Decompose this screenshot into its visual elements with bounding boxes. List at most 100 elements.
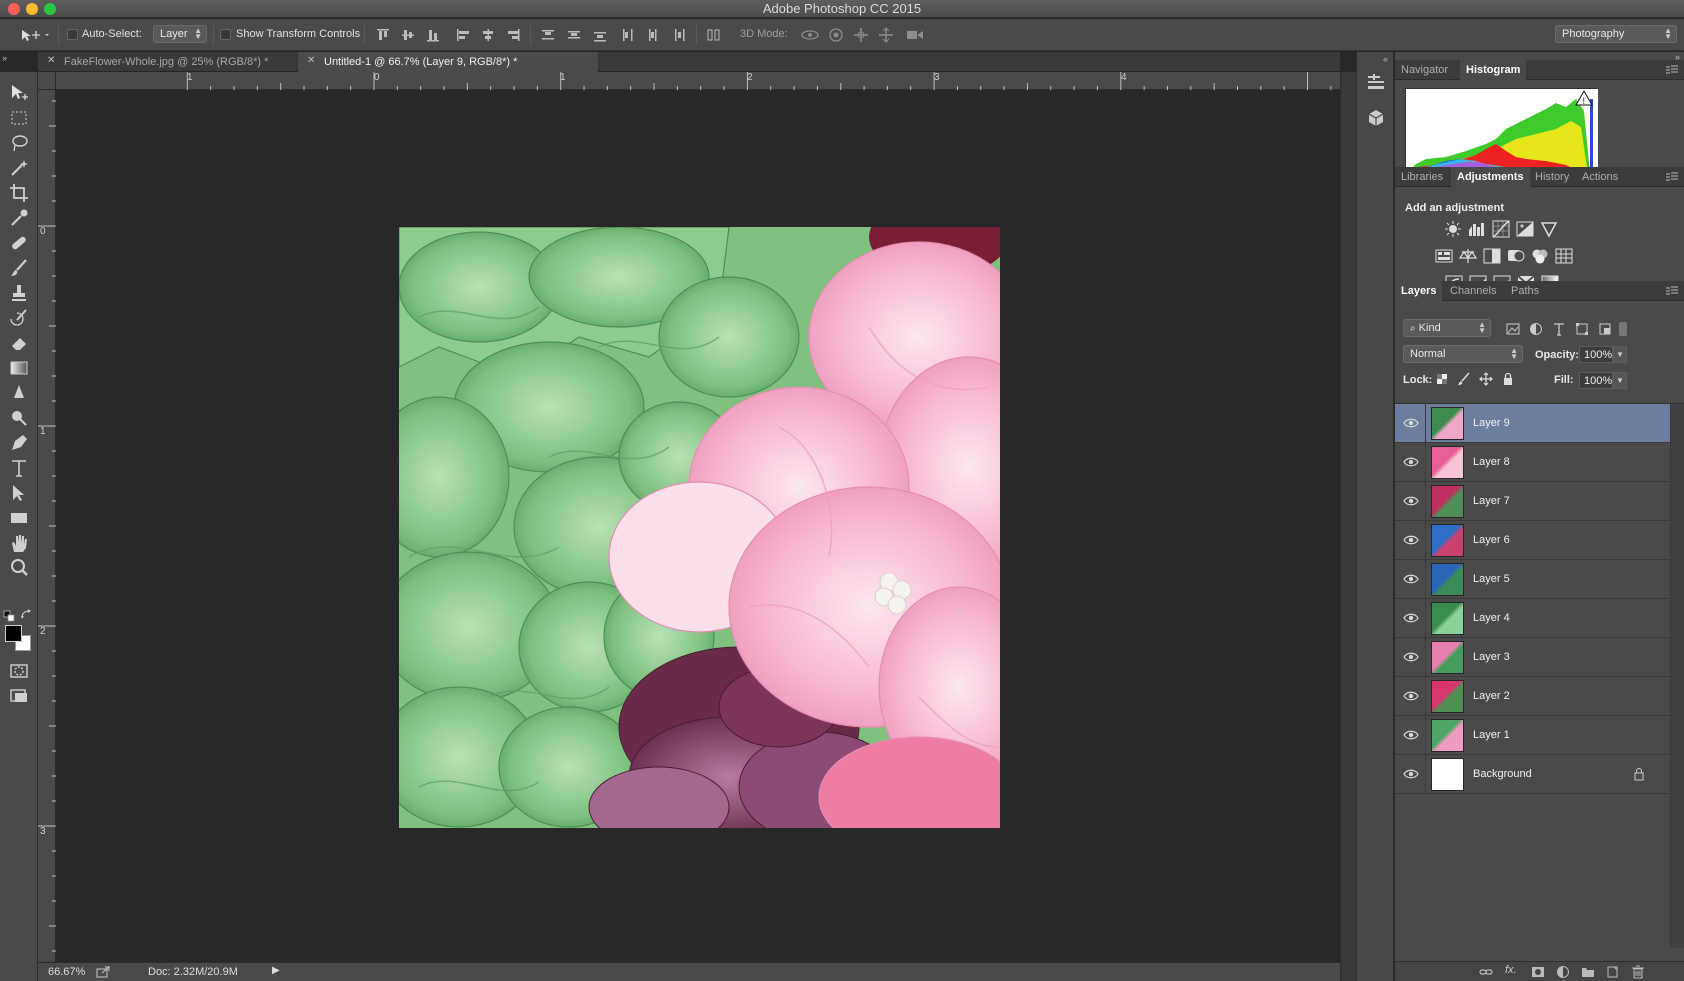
brush-tool-icon[interactable] [8,257,30,279]
tab-layers[interactable]: Layers [1395,281,1443,301]
filter-toggle-switch[interactable] [1619,322,1627,336]
tab-channels[interactable]: Channels [1444,281,1502,301]
vibrance-icon[interactable] [1540,220,1558,238]
align-left-icon[interactable] [455,27,471,43]
layer-row[interactable]: Layer 9 [1395,404,1670,443]
gradient-tool-icon[interactable] [8,357,30,379]
3d-slide-icon[interactable] [878,27,894,43]
tab-navigator[interactable]: Navigator [1395,60,1454,80]
visibility-eye-icon[interactable] [1403,651,1419,663]
lock-image-pixels-icon[interactable] [1457,372,1471,386]
tab-libraries[interactable]: Libraries [1395,167,1449,187]
visibility-eye-icon[interactable] [1403,495,1419,507]
default-colors-icon[interactable] [3,610,16,623]
layer-row[interactable]: Layer 7 [1395,482,1670,521]
layer-thumbnail[interactable] [1431,563,1464,596]
move-tool-preset-picker[interactable] [20,27,49,43]
lasso-tool-icon[interactable] [8,132,30,154]
export-icon[interactable] [96,966,110,978]
collapse-panels-icon[interactable]: « [1383,54,1388,64]
levels-icon[interactable] [1468,220,1486,238]
distribute-bottom-icon[interactable] [592,27,608,43]
ruler-origin[interactable] [38,72,56,90]
color-balance-icon[interactable] [1459,247,1477,265]
close-tab-icon[interactable]: ✕ [307,55,315,66]
visibility-eye-icon[interactable] [1403,690,1419,702]
visibility-eye-icon[interactable] [1403,768,1419,780]
status-menu-arrow-icon[interactable]: ▶ [272,965,280,976]
crop-tool-icon[interactable] [8,182,30,204]
pen-tool-icon[interactable] [8,432,30,454]
3d-scale-icon[interactable] [905,27,925,43]
layer-row[interactable]: Layer 6 [1395,521,1670,560]
tab-paths[interactable]: Paths [1505,281,1545,301]
distribute-left-icon[interactable] [620,27,636,43]
layer-row[interactable]: Layer 3 [1395,638,1670,677]
layer-thumbnail[interactable] [1431,680,1464,713]
auto-align-layers-icon[interactable] [706,27,722,43]
layer-row[interactable]: Layer 1 [1395,716,1670,755]
layer-row[interactable]: Layer 8 [1395,443,1670,482]
visibility-eye-icon[interactable] [1403,612,1419,624]
blur-tool-icon[interactable] [8,382,30,404]
eraser-tool-icon[interactable] [8,332,30,354]
distribute-hcenter-icon[interactable] [645,27,661,43]
blend-mode-dropdown[interactable]: Normal ▲ ▼ [1403,345,1523,363]
quick-mask-icon[interactable] [8,660,30,682]
3d-panel-icon[interactable] [1365,107,1387,129]
distribute-vcenter-icon[interactable] [566,27,582,43]
show-transform-checkbox[interactable] [220,29,231,40]
curves-icon[interactable] [1492,220,1510,238]
auto-select-checkbox[interactable] [67,29,78,40]
history-brush-tool-icon[interactable] [8,307,30,329]
visibility-eye-icon[interactable] [1403,729,1419,741]
filter-smart-objects-icon[interactable] [1598,322,1612,336]
tab-adjustments[interactable]: Adjustments [1451,167,1530,187]
path-selection-tool-icon[interactable] [8,482,30,504]
canvas-area[interactable] [56,91,1340,962]
filter-adjustment-layers-icon[interactable] [1529,322,1543,336]
layer-thumbnail[interactable] [1431,602,1464,635]
distribute-right-icon[interactable] [670,27,686,43]
align-vertical-center-icon[interactable] [400,27,416,43]
move-tool-icon[interactable] [8,82,30,104]
new-group-icon[interactable] [1581,965,1595,979]
opacity-input[interactable]: 100% [1579,346,1613,363]
healing-brush-tool-icon[interactable] [8,232,30,254]
doc-tab-untitled[interactable]: ✕ Untitled-1 @ 66.7% (Layer 9, RGB/8*) * [298,52,598,72]
visibility-eye-icon[interactable] [1403,534,1419,546]
exposure-icon[interactable] [1516,220,1534,238]
panel-menu-icon[interactable] [1666,172,1678,182]
opacity-slider-chevron-icon[interactable]: ▼ [1613,346,1627,363]
screen-mode-icon[interactable] [8,685,30,707]
add-mask-icon[interactable] [1531,965,1545,979]
new-adjustment-layer-icon[interactable] [1556,965,1570,979]
swap-colors-icon[interactable] [20,608,33,621]
3d-roll-icon[interactable] [828,27,844,43]
layer-thumbnail[interactable] [1431,407,1464,440]
layer-thumbnail[interactable] [1431,524,1464,557]
layer-row[interactable]: Background [1395,755,1670,794]
layers-scrollbar[interactable] [1670,404,1684,948]
layer-row[interactable]: Layer 2 [1395,677,1670,716]
brightness-contrast-icon[interactable] [1444,220,1462,238]
align-right-icon[interactable] [505,27,521,43]
3d-orbit-icon[interactable] [800,27,820,43]
zoom-level[interactable]: 66.67% [48,966,85,978]
lock-all-icon[interactable] [1501,372,1515,386]
lock-position-icon[interactable] [1479,372,1493,386]
filter-type-layers-icon[interactable] [1552,322,1566,336]
panel-menu-icon[interactable] [1666,65,1678,75]
tab-actions[interactable]: Actions [1576,167,1624,187]
3d-pan-icon[interactable] [853,27,869,43]
hand-tool-icon[interactable] [8,532,30,554]
type-tool-icon[interactable] [8,457,30,479]
workspace-switcher[interactable]: Photography ▲ ▼ [1555,25,1677,43]
foreground-color-swatch[interactable] [5,625,22,642]
marquee-tool-icon[interactable] [8,107,30,129]
hue-saturation-icon[interactable] [1435,247,1453,265]
layer-thumbnail[interactable] [1431,446,1464,479]
layer-thumbnail[interactable] [1431,758,1464,791]
document-artwork[interactable] [399,227,1000,828]
vertical-scrollbar[interactable] [1340,72,1356,981]
